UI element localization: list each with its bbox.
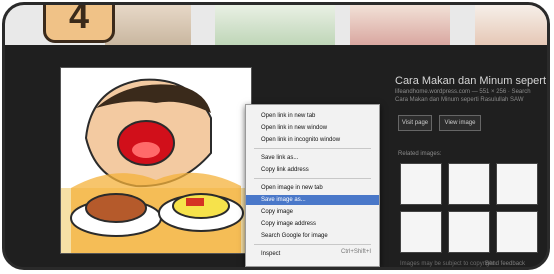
copyright-notice: Images may be subject to copyright (400, 261, 495, 267)
shortcut-hint: Ctrl+Shift+I (340, 249, 371, 255)
related-image[interactable] (496, 163, 538, 205)
selected-image-preview[interactable] (60, 67, 252, 254)
eating-boy-illustration (61, 68, 251, 253)
thumbnail-image[interactable] (105, 5, 191, 45)
image-caption: Cara Makan dan Minum seperti Rasulullah … (395, 97, 524, 103)
image-source: lifeandhome.wordpress.com — 551 × 256 · … (395, 89, 531, 95)
related-images-grid (400, 163, 545, 253)
context-menu-item[interactable]: Copy link address (246, 165, 379, 175)
visit-page-button[interactable]: Visit page (398, 115, 432, 131)
thumbnail-image[interactable] (215, 5, 335, 45)
image-title: Cara Makan dan Minum sepert (395, 75, 547, 87)
view-image-button[interactable]: View image (439, 115, 481, 131)
related-image[interactable] (448, 163, 490, 205)
related-image[interactable] (496, 211, 538, 253)
step-number-badge: 4 (43, 5, 115, 43)
menu-separator (254, 148, 371, 149)
menu-separator (254, 178, 371, 179)
context-menu-item[interactable]: Open link in new window (246, 123, 379, 133)
context-menu-item[interactable]: Copy image (246, 207, 379, 217)
menu-separator (254, 244, 371, 245)
send-feedback-link[interactable]: Send feedback (485, 261, 525, 267)
context-menu-item[interactable]: Open image in new tab (246, 183, 379, 193)
context-menu-item-highlighted[interactable]: Save image as... (246, 195, 379, 205)
related-image[interactable] (448, 211, 490, 253)
thumbnail-image[interactable] (475, 5, 547, 45)
context-menu-item[interactable]: Search Google for image (246, 231, 379, 241)
context-menu: Open link in new tab Open link in new wi… (245, 104, 380, 267)
context-menu-item[interactable]: Copy image address (246, 219, 379, 229)
related-image[interactable] (400, 211, 442, 253)
related-images-label: Related images: (398, 151, 442, 157)
context-menu-item[interactable]: Open link in new tab (246, 111, 379, 121)
context-menu-item[interactable]: Save link as... (246, 153, 379, 163)
thumbnail-image[interactable] (350, 5, 450, 45)
context-menu-item[interactable]: Inspect Ctrl+Shift+I (246, 249, 379, 259)
screenshot-frame: Cara Makan dan Minum sepert lifeandhome.… (2, 2, 550, 270)
context-menu-item[interactable]: Open link in incognito window (246, 135, 379, 145)
related-image[interactable] (400, 163, 442, 205)
